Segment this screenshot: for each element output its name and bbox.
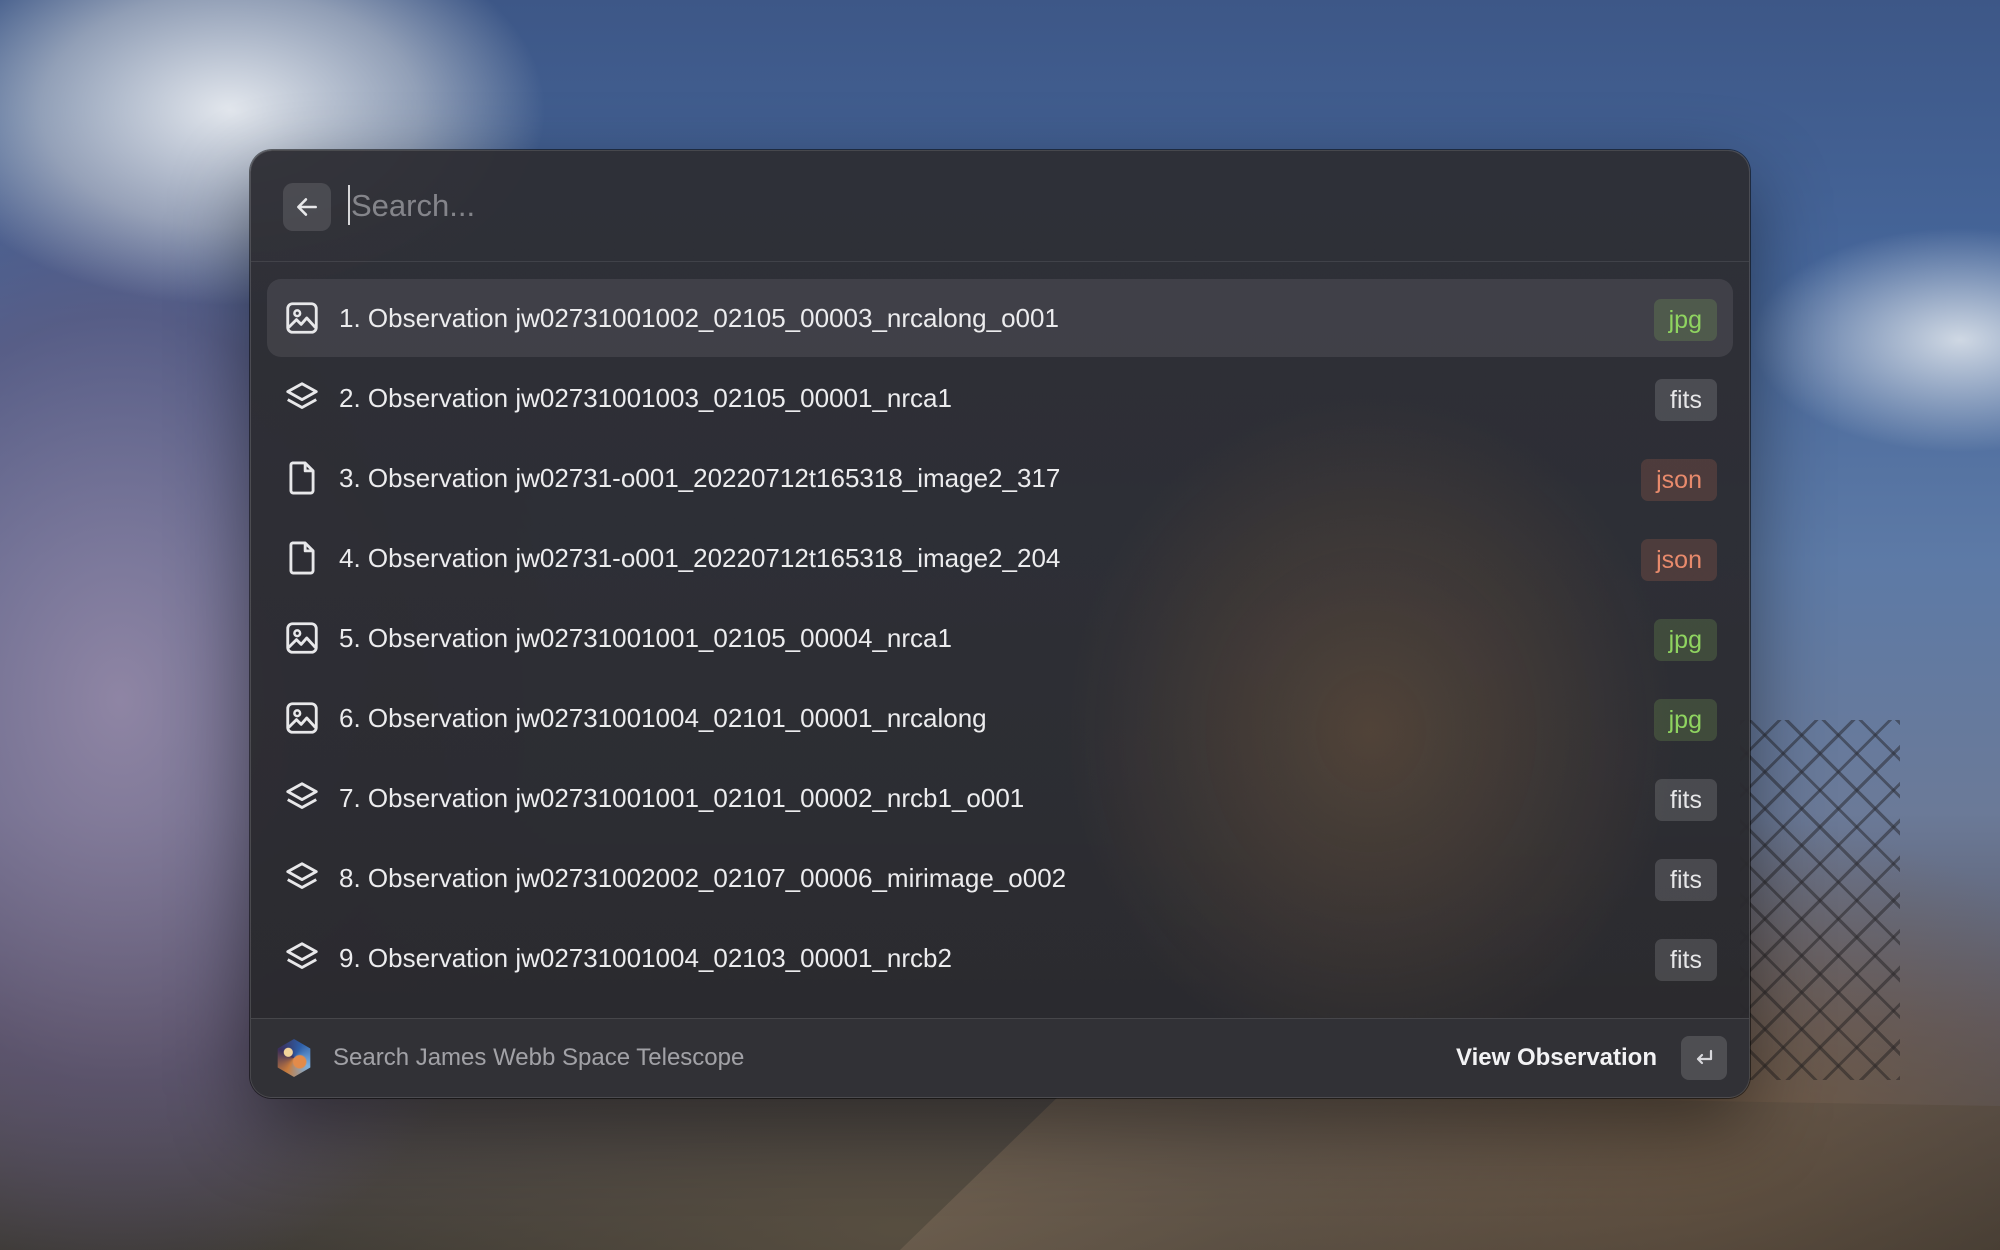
file-type-badge: json — [1641, 539, 1717, 581]
result-row-7[interactable]: 7. Observation jw02731001001_02101_00002… — [267, 759, 1733, 837]
enter-key-button[interactable] — [1681, 1036, 1727, 1080]
result-row-8[interactable]: 8. Observation jw02731002002_02107_00006… — [267, 839, 1733, 917]
extension-name: Search James Webb Space Telescope — [333, 1044, 745, 1071]
result-row-9[interactable]: 9. Observation jw02731001004_02103_00001… — [267, 919, 1733, 997]
layers-icon — [286, 782, 318, 809]
background-ground — [900, 1090, 2000, 1250]
result-title: 6. Observation jw02731001004_02101_00001… — [339, 703, 987, 733]
command-palette-window: 1. Observation jw02731001002_02105_00003… — [250, 150, 1750, 1098]
file-type-badge: json — [1641, 459, 1717, 501]
image-icon — [286, 702, 318, 734]
background-launch-tower — [1740, 720, 1900, 1080]
text-caret — [348, 185, 350, 225]
action-bar: Search James Webb Space Telescope View O… — [251, 1018, 1749, 1097]
file-type-badge: jpg — [1653, 299, 1717, 341]
layers-icon — [286, 942, 318, 969]
result-row-5[interactable]: 5. Observation jw02731001001_02105_00004… — [267, 599, 1733, 677]
file-type-badge: fits — [1655, 379, 1717, 421]
result-row-1[interactable]: 1. Observation jw02731001002_02105_00003… — [267, 279, 1733, 357]
results-list: 1. Observation jw02731001002_02105_00003… — [267, 279, 1733, 1097]
layers-icon — [286, 862, 318, 889]
result-title: 1. Observation jw02731001002_02105_00003… — [339, 303, 1059, 333]
result-title: 7. Observation jw02731001001_02101_00002… — [339, 783, 1025, 813]
result-title: 2. Observation jw02731001003_02105_00001… — [339, 383, 952, 413]
result-row-6[interactable]: 6. Observation jw02731001004_02101_00001… — [267, 679, 1733, 757]
document-icon — [289, 461, 315, 495]
result-title: 8. Observation jw02731002002_02107_00006… — [339, 863, 1067, 893]
result-title: 5. Observation jw02731001001_02105_00004… — [339, 623, 952, 653]
file-type-badge: fits — [1655, 859, 1717, 901]
view-observation-button[interactable]: View Observation — [1456, 1019, 1657, 1097]
search-bar — [251, 151, 1749, 262]
arrow-left-icon — [297, 198, 317, 216]
result-title: 3. Observation jw02731-o001_20220712t165… — [339, 463, 1061, 493]
file-type-badge: fits — [1655, 779, 1717, 821]
result-row-2[interactable]: 2. Observation jw02731001003_02105_00001… — [267, 359, 1733, 437]
image-icon — [286, 302, 318, 334]
extension-logo-icon — [277, 1039, 311, 1077]
result-row-4[interactable]: 4. Observation jw02731-o001_20220712t165… — [267, 519, 1733, 597]
return-key-icon — [1696, 1049, 1713, 1065]
result-title: 4. Observation jw02731-o001_20220712t165… — [339, 543, 1061, 573]
file-type-badge: jpg — [1653, 619, 1717, 661]
result-title: 9. Observation jw02731001004_02103_00001… — [339, 943, 952, 973]
file-type-badge: jpg — [1653, 699, 1717, 741]
back-button[interactable] — [283, 183, 331, 231]
layers-icon — [286, 382, 318, 409]
search-input[interactable] — [345, 177, 1691, 235]
file-type-badge: fits — [1655, 939, 1717, 981]
document-icon — [289, 541, 315, 575]
result-row-3[interactable]: 3. Observation jw02731-o001_20220712t165… — [267, 439, 1733, 517]
image-icon — [286, 622, 318, 654]
